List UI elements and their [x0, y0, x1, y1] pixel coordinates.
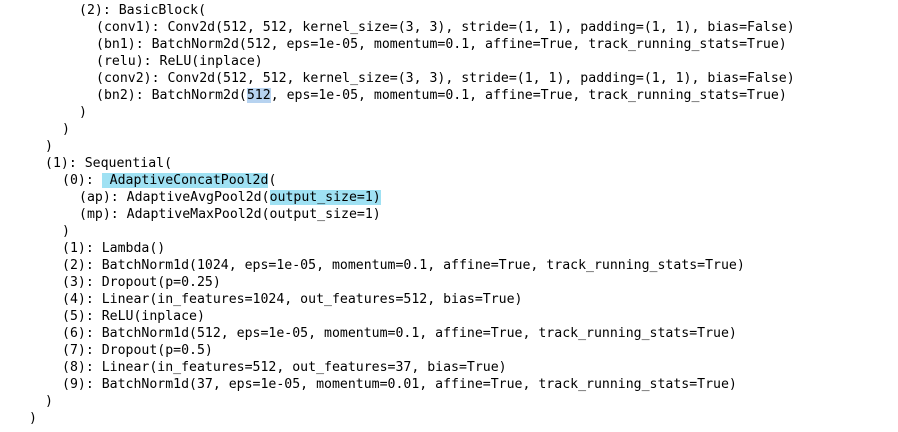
output-line: (conv2): Conv2d(512, 512, kernel_size=(3… — [96, 71, 795, 86]
line-segment: , eps=1e-05, momentum=0.1, affine=True, … — [270, 88, 787, 103]
output-line: (bn1): BatchNorm2d(512, eps=1e-05, momen… — [96, 37, 787, 52]
line-segment: (0): — [62, 173, 102, 188]
line-segment: (bn2): BatchNorm2d( — [96, 88, 247, 103]
output-line: (6): BatchNorm1d(512, eps=1e-05, momentu… — [62, 326, 737, 341]
output-line: ) — [62, 224, 70, 239]
output-line: ) — [62, 122, 70, 137]
output-line: (8): Linear(in_features=512, out_feature… — [62, 360, 507, 375]
output-line: (ap): AdaptiveAvgPool2d(output_size=1) — [0, 189, 898, 206]
model-summary-output: (2): BasicBlock( (conv1): Conv2d(512, 512… — [0, 2, 898, 427]
selected-text-highlight: 512 — [246, 88, 271, 103]
output-line: (conv1): Conv2d(512, 512, kernel_size=(3… — [96, 20, 795, 35]
output-line: (mp): AdaptiveMaxPool2d(output_size=1) — [79, 207, 381, 222]
line-segment: (ap): AdaptiveAvgPool2d( — [79, 190, 270, 205]
output-line: ) — [79, 105, 87, 120]
output-line: (7): Dropout(p=0.5) — [62, 343, 213, 358]
search-match-highlight: output_size=1) — [269, 190, 381, 205]
output-line: (1): Sequential( — [45, 156, 173, 171]
output-line: (4): Linear(in_features=1024, out_featur… — [62, 292, 523, 307]
search-match-highlight: AdaptiveConcatPool2d — [101, 173, 269, 188]
output-line: ) — [29, 411, 37, 426]
output-line: (bn2): BatchNorm2d(512, eps=1e-05, momen… — [0, 87, 898, 104]
output-line: (9): BatchNorm1d(37, eps=1e-05, momentum… — [62, 377, 737, 392]
line-segment: ( — [268, 173, 277, 188]
output-line: (2): BatchNorm1d(1024, eps=1e-05, moment… — [62, 258, 745, 273]
output-line: (relu): ReLU(inplace) — [96, 54, 263, 69]
output-line: (1): Lambda() — [62, 241, 166, 256]
output-line: ) — [45, 139, 53, 154]
output-line: (3): Dropout(p=0.25) — [62, 275, 221, 290]
output-line: (0): AdaptiveConcatPool2d( — [0, 172, 898, 189]
output-line: (2): BasicBlock( — [79, 3, 207, 18]
output-line: ) — [45, 394, 53, 409]
output-line: (5): ReLU(inplace) — [62, 309, 205, 324]
